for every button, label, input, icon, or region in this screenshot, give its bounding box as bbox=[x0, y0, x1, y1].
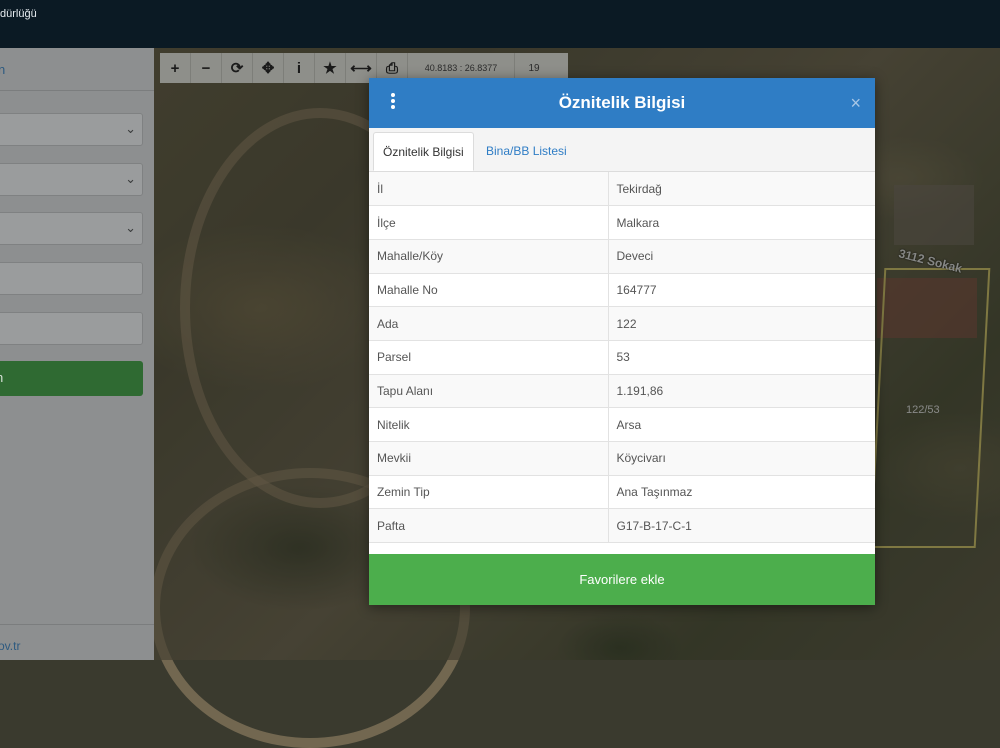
zoom-out-button[interactable]: − bbox=[191, 53, 222, 83]
star-icon[interactable]: ★ bbox=[315, 53, 346, 83]
table-row: Mahalle/Köy Deveci bbox=[369, 239, 875, 274]
side-panel: n ⌄ ⌄ ⌄ n ov.tr bbox=[0, 48, 154, 660]
zoom-in-button[interactable]: + bbox=[160, 53, 191, 83]
table-row: İlçe Malkara bbox=[369, 205, 875, 240]
attribute-value: 53 bbox=[608, 340, 875, 375]
table-row: Tapu Alanı 1.191,86 bbox=[369, 374, 875, 409]
attribute-key: Tapu Alanı bbox=[369, 374, 609, 409]
chevron-down-icon: ⌄ bbox=[125, 220, 136, 235]
attribute-value: 164777 bbox=[608, 273, 875, 308]
close-icon[interactable]: × bbox=[850, 93, 861, 114]
table-row: Ada 122 bbox=[369, 306, 875, 341]
chevron-down-icon: ⌄ bbox=[125, 171, 136, 186]
table-row: Parsel 53 bbox=[369, 340, 875, 375]
attribute-info-modal: Öznitelik Bilgisi × Öznitelik Bilgisi Bi… bbox=[369, 78, 875, 605]
attribute-value: Ana Taşınmaz bbox=[608, 475, 875, 510]
modal-tabs: Öznitelik Bilgisi Bina/BB Listesi bbox=[369, 128, 875, 172]
attribute-key: İlçe bbox=[369, 205, 609, 240]
query-button[interactable]: n bbox=[0, 361, 143, 396]
parcel-input[interactable] bbox=[0, 312, 143, 345]
attribute-key: Pafta bbox=[369, 508, 609, 544]
kebab-menu-icon[interactable] bbox=[388, 93, 398, 113]
attribute-key: Zemin Tip bbox=[369, 475, 609, 510]
attribute-value: G17-B-17-C-1 bbox=[608, 508, 875, 544]
table-row: İl Tekirdağ bbox=[369, 172, 875, 207]
district-select[interactable]: ⌄ bbox=[0, 163, 143, 196]
table-row: Pafta G17-B-17-C-1 bbox=[369, 508, 875, 544]
refresh-icon[interactable]: ⟳ bbox=[222, 53, 253, 83]
attribute-value: Deveci bbox=[608, 239, 875, 274]
province-select[interactable]: ⌄ bbox=[0, 113, 143, 146]
attribute-key: Nitelik bbox=[369, 407, 609, 442]
modal-header: Öznitelik Bilgisi × bbox=[369, 78, 875, 128]
footer-link[interactable]: ov.tr bbox=[0, 639, 20, 653]
info-icon[interactable]: i bbox=[284, 53, 315, 83]
attribute-value: Arsa bbox=[608, 407, 875, 442]
attribute-table: İl Tekirdağ İlçe Malkara Mahalle/Köy Deveci Ma… bbox=[369, 172, 875, 544]
side-panel-footer: ov.tr bbox=[0, 624, 154, 661]
side-panel-header: n bbox=[0, 48, 154, 91]
modal-title: Öznitelik Bilgisi bbox=[558, 93, 686, 112]
attribute-value: 1.191,86 bbox=[608, 374, 875, 409]
table-row: Mevkii Köycivarı bbox=[369, 441, 875, 476]
query-button-label: n bbox=[0, 370, 3, 385]
side-panel-link[interactable]: n bbox=[0, 62, 5, 77]
chevron-down-icon: ⌄ bbox=[125, 121, 136, 136]
attribute-key: Parsel bbox=[369, 340, 609, 375]
top-header-bar: dürlüğü bbox=[0, 0, 1000, 48]
attribute-value: 122 bbox=[608, 306, 875, 341]
tab-building-list[interactable]: Bina/BB Listesi bbox=[477, 132, 576, 171]
pan-icon[interactable]: ✥ bbox=[253, 53, 284, 83]
attribute-key: Mahalle/Köy bbox=[369, 239, 609, 274]
attribute-value: Malkara bbox=[608, 205, 875, 240]
table-row: Nitelik Arsa bbox=[369, 407, 875, 442]
neighborhood-select[interactable]: ⌄ bbox=[0, 212, 143, 245]
table-row: Zemin Tip Ana Taşınmaz bbox=[369, 475, 875, 510]
attribute-key: Ada bbox=[369, 306, 609, 341]
tab-attribute-info[interactable]: Öznitelik Bilgisi bbox=[373, 132, 474, 171]
table-row: Mahalle No 164777 bbox=[369, 273, 875, 308]
attribute-value: Köycivarı bbox=[608, 441, 875, 476]
attribute-key: Mahalle No bbox=[369, 273, 609, 308]
brand-title: dürlüğü bbox=[0, 8, 37, 20]
block-input[interactable] bbox=[0, 262, 143, 295]
attribute-value: Tekirdağ bbox=[608, 172, 875, 207]
attribute-key: Mevkii bbox=[369, 441, 609, 476]
add-to-favorites-button[interactable]: Favorilere ekle bbox=[369, 554, 875, 605]
attribute-key: İl bbox=[369, 172, 609, 207]
